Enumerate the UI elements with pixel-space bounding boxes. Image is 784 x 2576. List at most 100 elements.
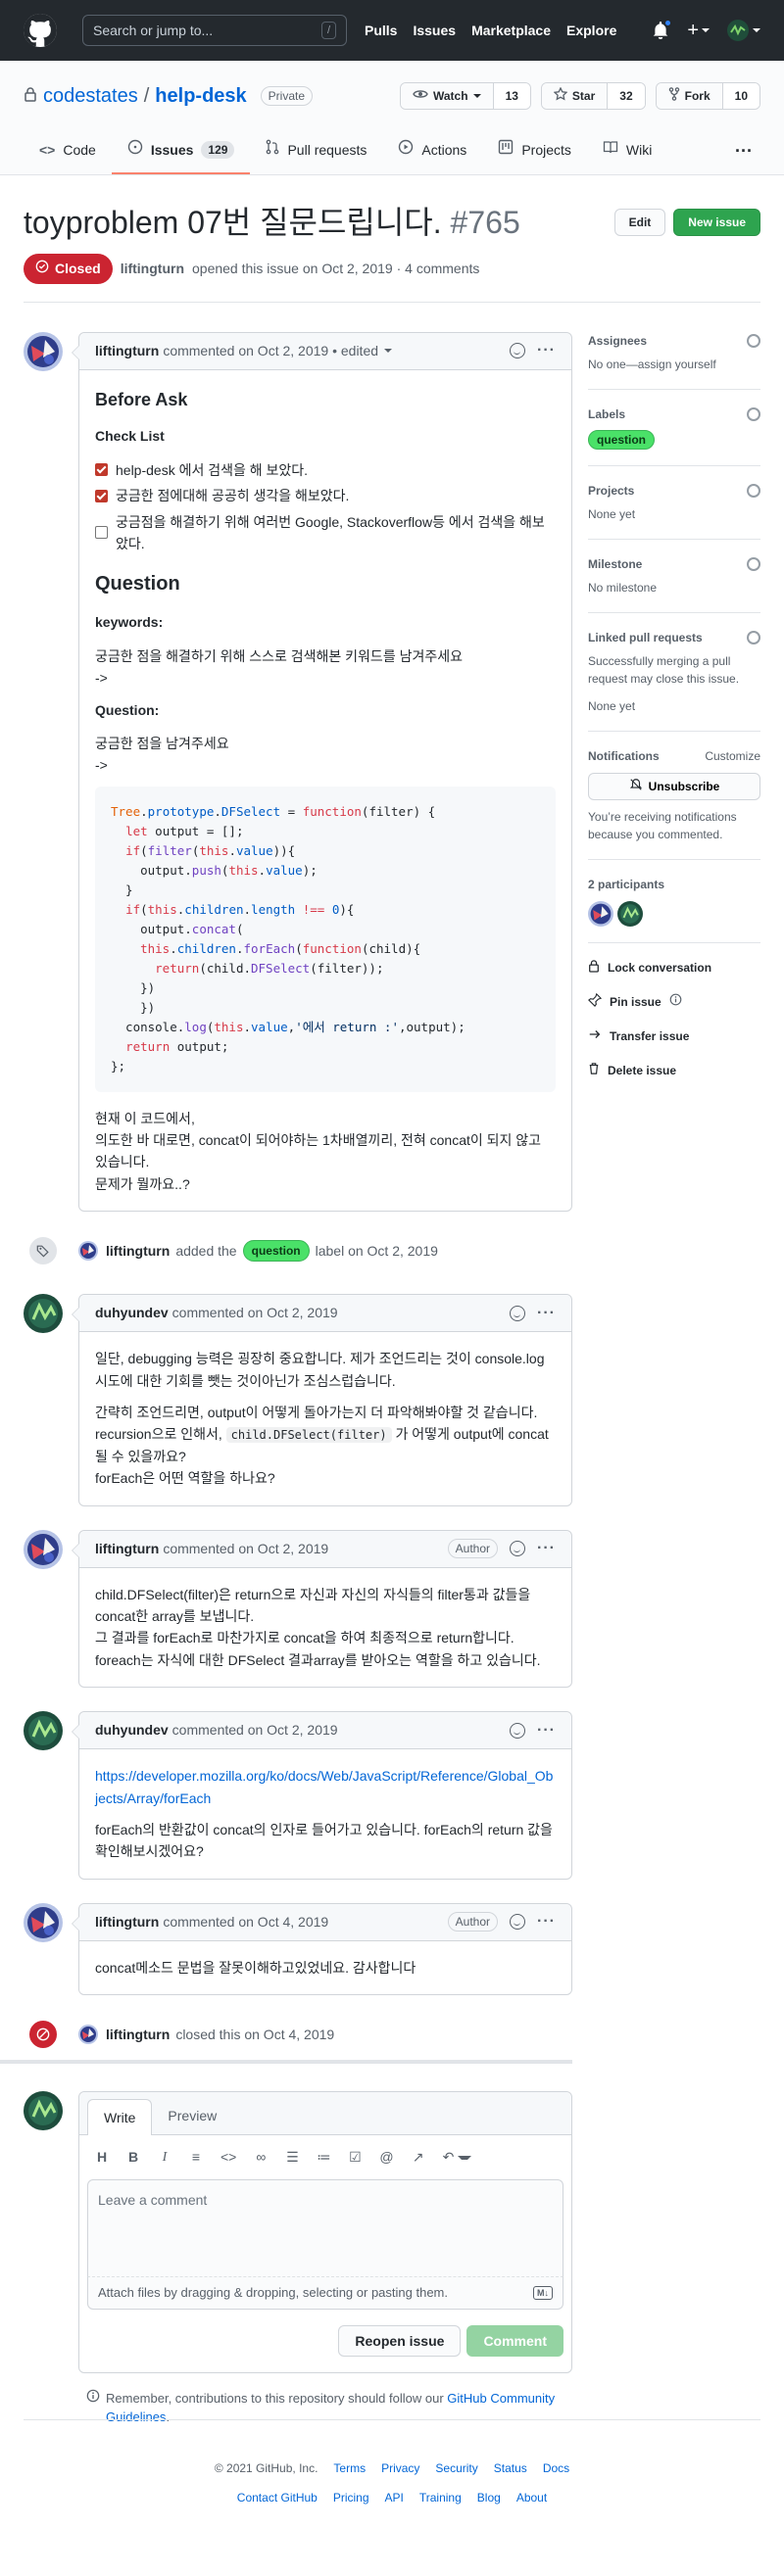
comment-author[interactable]: liftingturn	[95, 341, 159, 361]
comment-meta[interactable]: commented on Oct 2, 2019	[172, 1303, 338, 1323]
repo-name-link[interactable]: help-desk	[155, 81, 246, 111]
nav-pulls[interactable]: Pulls	[365, 21, 397, 41]
tab-issues[interactable]: Issues 129	[111, 127, 251, 174]
tab-code[interactable]: <> Code	[24, 127, 112, 174]
customize-link[interactable]: Customize	[705, 747, 760, 765]
comment-meta[interactable]: commented on Oct 2, 2019	[163, 1539, 328, 1559]
new-issue-button[interactable]: New issue	[673, 209, 760, 236]
tab-preview[interactable]: Preview	[152, 2098, 232, 2134]
comment-author[interactable]: liftingturn	[95, 1912, 159, 1932]
tab-pull-requests[interactable]: Pull requests	[250, 127, 382, 174]
smiley-icon[interactable]	[510, 1541, 526, 1557]
gear-icon[interactable]	[747, 630, 760, 644]
unsubscribe-button[interactable]: Unsubscribe	[588, 772, 760, 800]
footer-link-privacy[interactable]: Privacy	[381, 2459, 419, 2477]
footer-link-pricing[interactable]: Pricing	[333, 2489, 369, 2506]
quote-icon[interactable]: ≡	[189, 2147, 203, 2168]
kebab-icon[interactable]: ···	[537, 1302, 556, 1325]
watch-count[interactable]: 13	[493, 83, 530, 109]
gear-icon[interactable]	[747, 333, 760, 348]
link-icon[interactable]: ∞	[254, 2147, 268, 2168]
nav-marketplace[interactable]: Marketplace	[471, 21, 551, 41]
avatar[interactable]	[24, 1902, 63, 1942]
mention-icon[interactable]: @	[379, 2147, 393, 2168]
footer-link-terms[interactable]: Terms	[333, 2459, 366, 2477]
comment-author[interactable]: duhyundev	[95, 1720, 169, 1741]
kebab-icon[interactable]: ···	[537, 1537, 556, 1560]
fork-button[interactable]: Fork 10	[655, 82, 760, 110]
task-list-icon[interactable]: ☑	[348, 2147, 362, 2168]
smiley-icon[interactable]	[510, 1914, 526, 1931]
avatar[interactable]	[617, 900, 643, 927]
footer-link-status[interactable]: Status	[494, 2459, 527, 2477]
footer-link-about[interactable]: About	[516, 2489, 547, 2506]
avatar[interactable]	[24, 1294, 63, 1334]
avatar[interactable]	[588, 900, 613, 927]
star-button[interactable]: Star 32	[540, 82, 646, 110]
mdn-link[interactable]: https://developer.mozilla.org/ko/docs/We…	[95, 1768, 553, 1805]
gear-icon[interactable]	[747, 483, 760, 498]
tab-actions[interactable]: Actions	[382, 127, 482, 174]
transfer-issue-link[interactable]: Transfer issue	[588, 1027, 760, 1046]
numbered-list-icon[interactable]: ≔	[317, 2147, 330, 2168]
comment-author[interactable]: duhyundev	[95, 1303, 169, 1323]
watch-button[interactable]: Watch 13	[400, 82, 531, 110]
avatar[interactable]	[24, 1711, 63, 1751]
reply-icon[interactable]: ↶	[443, 2147, 472, 2168]
avatar[interactable]	[24, 1529, 63, 1569]
assign-yourself-link[interactable]: No one—assign yourself	[588, 356, 760, 373]
avatar[interactable]	[78, 2025, 98, 2045]
markdown-icon[interactable]: M↓	[533, 2285, 553, 2300]
question-label-pill[interactable]: question	[242, 1240, 310, 1263]
tab-projects[interactable]: Projects	[482, 127, 587, 174]
kebab-icon[interactable]: ···	[537, 1910, 556, 1933]
comment-button[interactable]: Comment	[466, 2324, 564, 2357]
event-author[interactable]: liftingturn	[106, 1241, 170, 1262]
comment-meta[interactable]: commented on Oct 2, 2019 • edited	[163, 341, 378, 361]
info-icon[interactable]	[669, 993, 682, 1011]
nav-issues[interactable]: Issues	[413, 21, 456, 41]
comment-meta[interactable]: commented on Oct 4, 2019	[163, 1912, 328, 1932]
footer-link-docs[interactable]: Docs	[543, 2459, 569, 2477]
bold-icon[interactable]: B	[126, 2147, 140, 2168]
tab-write[interactable]: Write	[87, 2099, 153, 2136]
avatar[interactable]	[78, 1241, 98, 1262]
edit-title-button[interactable]: Edit	[613, 209, 666, 236]
reopen-issue-button[interactable]: Reopen issue	[338, 2324, 462, 2357]
lock-conversation-link[interactable]: Lock conversation	[588, 959, 760, 978]
comment-textarea[interactable]: Leave a comment	[87, 2179, 564, 2278]
checkbox[interactable]	[95, 526, 108, 540]
nav-explore[interactable]: Explore	[566, 21, 616, 41]
question-label-pill[interactable]: question	[588, 429, 655, 450]
repo-owner-link[interactable]: codestates	[43, 81, 138, 111]
plus-icon[interactable]: +	[687, 21, 710, 40]
heading-icon[interactable]: H	[95, 2147, 109, 2168]
pin-issue-link[interactable]: Pin issue	[588, 992, 760, 1012]
attach-files-area[interactable]: Attach files by dragging & dropping, sel…	[87, 2277, 564, 2310]
search-input[interactable]: Search or jump to... /	[82, 15, 347, 46]
footer-link-api[interactable]: API	[385, 2489, 404, 2506]
github-logo-icon[interactable]	[24, 14, 57, 47]
checkbox[interactable]	[95, 463, 108, 477]
kebab-icon[interactable]: ···	[727, 127, 760, 174]
footer-link-blog[interactable]: Blog	[477, 2489, 501, 2506]
user-menu[interactable]	[727, 20, 760, 41]
italic-icon[interactable]: I	[158, 2147, 172, 2168]
gear-icon[interactable]	[747, 406, 760, 421]
cross-reference-icon[interactable]: ↗	[412, 2147, 425, 2168]
bulleted-list-icon[interactable]: ☰	[285, 2147, 299, 2168]
smiley-icon[interactable]	[510, 1722, 526, 1739]
checkbox[interactable]	[95, 489, 108, 502]
footer-link-training[interactable]: Training	[419, 2489, 462, 2506]
tab-wiki[interactable]: Wiki	[587, 127, 667, 174]
chevron-down-icon[interactable]	[384, 349, 393, 354]
event-author[interactable]: liftingturn	[106, 2025, 170, 2045]
kebab-icon[interactable]: ···	[537, 339, 556, 362]
code-icon[interactable]: <>	[220, 2147, 236, 2168]
smiley-icon[interactable]	[510, 1305, 526, 1321]
star-count[interactable]: 32	[608, 83, 645, 109]
footer-link-contact[interactable]: Contact GitHub	[237, 2489, 318, 2506]
delete-issue-link[interactable]: Delete issue	[588, 1062, 760, 1080]
kebab-icon[interactable]: ···	[537, 1719, 556, 1742]
fork-count[interactable]: 10	[722, 83, 760, 109]
